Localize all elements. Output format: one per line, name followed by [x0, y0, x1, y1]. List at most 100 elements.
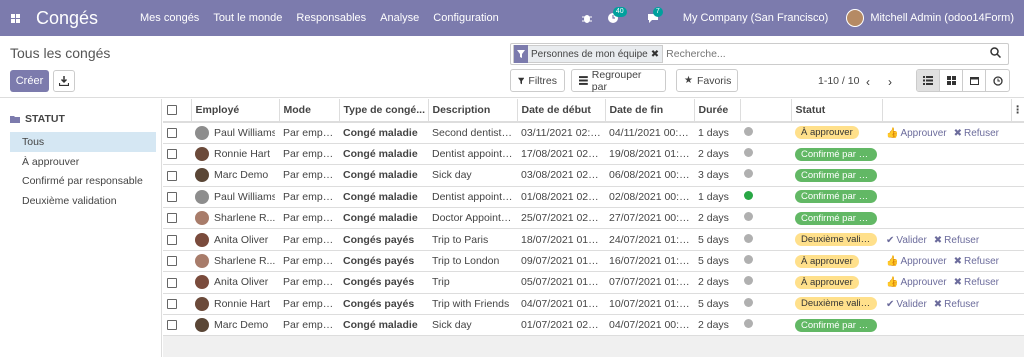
- apps-menu-icon[interactable]: [2, 0, 28, 36]
- menu-analyse[interactable]: Analyse: [380, 12, 419, 24]
- search-input[interactable]: [666, 48, 990, 60]
- type-cell: Congé maladie: [339, 143, 428, 166]
- group-by-button[interactable]: Regrouper par: [571, 69, 666, 93]
- activity-clock-icon[interactable]: 40: [607, 7, 627, 24]
- table-row[interactable]: Sharlene R... Par emplo... Congés payés Tri…: [163, 250, 1024, 273]
- duration-cell: 5 days: [694, 250, 740, 273]
- col-start-date[interactable]: Date de début: [517, 99, 606, 123]
- activity-cell[interactable]: [740, 314, 791, 337]
- activity-cell[interactable]: [740, 293, 791, 316]
- validate-button[interactable]: ✔ Valider: [886, 299, 927, 310]
- user-avatar[interactable]: [846, 9, 865, 27]
- refuse-button[interactable]: ✖ Refuser: [954, 256, 999, 267]
- col-end-date[interactable]: Date de fin: [605, 99, 695, 123]
- table-row[interactable]: Anita Oliver Par emplo... Congés payés Trip…: [163, 228, 1024, 251]
- refuse-button[interactable]: ✖ Refuser: [934, 299, 979, 310]
- row-checkbox[interactable]: [163, 122, 191, 144]
- activity-cell[interactable]: [740, 186, 791, 209]
- table-row[interactable]: Marc Demo Par emplo... Congé maladie Sick d…: [163, 314, 1024, 337]
- col-mode[interactable]: Mode: [279, 99, 340, 123]
- sidebar-item-a-approuver[interactable]: À approuver: [10, 152, 156, 172]
- table-row[interactable]: Anita Oliver Par emplo... Congés payés Trip…: [163, 271, 1024, 294]
- row-checkbox[interactable]: [163, 207, 191, 230]
- messages-icon[interactable]: 7: [647, 7, 663, 24]
- end-date-cell: 10/07/2021 01:0...: [605, 293, 694, 316]
- calendar-view-icon[interactable]: [963, 70, 986, 91]
- activity-status-dot[interactable]: [744, 297, 753, 307]
- employee-name: Ronnie Hart: [214, 148, 271, 161]
- refuse-button[interactable]: ✖ Refuser: [954, 277, 999, 288]
- app-title[interactable]: Congés: [36, 8, 128, 29]
- activity-status-dot[interactable]: [744, 169, 753, 179]
- row-checkbox[interactable]: [163, 228, 191, 251]
- row-checkbox[interactable]: [163, 186, 191, 209]
- facet-remove-icon[interactable]: ✖: [651, 49, 662, 60]
- sidebar-item-confirme[interactable]: Confirmé par responsable: [10, 171, 156, 191]
- table-row[interactable]: Paul Williams Par emplo... Congé maladie Se…: [163, 122, 1024, 144]
- activity-status-dot[interactable]: [744, 126, 753, 136]
- approve-button[interactable]: 👍 Approuver: [886, 277, 947, 288]
- row-checkbox[interactable]: [163, 271, 191, 294]
- search-icon[interactable]: [990, 47, 1004, 61]
- user-menu[interactable]: Mitchell Admin (odoo14Form): [870, 12, 1014, 24]
- row-checkbox[interactable]: [163, 250, 191, 273]
- bug-icon[interactable]: [581, 12, 593, 24]
- start-date-cell: 05/07/2021 01:0...: [517, 271, 605, 294]
- approve-button[interactable]: 👍 Approuver: [886, 256, 947, 267]
- refuse-button[interactable]: ✖ Refuser: [954, 128, 999, 139]
- activity-status-dot[interactable]: [744, 212, 753, 222]
- col-status[interactable]: Statut: [791, 99, 883, 123]
- pager-previous-icon[interactable]: ‹: [866, 75, 870, 89]
- row-checkbox[interactable]: [163, 164, 191, 187]
- refuse-button[interactable]: ✖ Refuser: [934, 235, 979, 246]
- kanban-view-icon[interactable]: [940, 70, 963, 91]
- activity-cell[interactable]: [740, 164, 791, 187]
- activity-status-dot[interactable]: [744, 319, 753, 329]
- approve-button[interactable]: 👍 Approuver: [886, 128, 947, 139]
- select-all-checkbox[interactable]: [163, 99, 192, 123]
- activity-cell[interactable]: [740, 228, 791, 251]
- pager-value[interactable]: 1-10 / 10: [818, 75, 859, 87]
- activity-cell[interactable]: [740, 143, 791, 166]
- activity-status-dot[interactable]: [744, 148, 753, 158]
- activity-cell[interactable]: [740, 207, 791, 230]
- row-checkbox[interactable]: [163, 143, 191, 166]
- favorites-button[interactable]: ★ Favoris: [676, 69, 738, 92]
- pager-next-icon[interactable]: ›: [888, 75, 892, 89]
- table-row[interactable]: Ronnie Hart Par emplo... Congé maladie Dent…: [163, 143, 1024, 166]
- avatar: [195, 275, 209, 290]
- table-row[interactable]: Marc Demo Par emplo... Congé maladie Sick d…: [163, 164, 1024, 187]
- menu-mes-conges[interactable]: Mes congés: [140, 12, 199, 24]
- activity-status-dot[interactable]: [744, 255, 753, 265]
- activity-status-dot[interactable]: [744, 233, 753, 243]
- col-employee[interactable]: Employé: [191, 99, 280, 123]
- download-button[interactable]: [53, 70, 75, 92]
- validate-button[interactable]: ✔ Valider: [886, 235, 927, 246]
- menu-configuration[interactable]: Configuration: [433, 12, 498, 24]
- activity-cell[interactable]: [740, 250, 791, 273]
- filters-button[interactable]: Filtres: [510, 69, 565, 92]
- menu-tout-le-monde[interactable]: Tout le monde: [213, 12, 282, 24]
- activity-view-icon[interactable]: [986, 70, 1009, 91]
- activity-cell[interactable]: [740, 271, 791, 294]
- end-date-cell: 04/07/2021 00:0...: [605, 314, 694, 337]
- sidebar-item-deuxieme-validation[interactable]: Deuxième validation: [10, 191, 156, 211]
- optional-columns-toggle[interactable]: ⋮: [1011, 99, 1024, 123]
- col-duration[interactable]: Durée: [694, 99, 741, 123]
- activity-status-dot[interactable]: [744, 276, 753, 286]
- menu-responsables[interactable]: Responsables: [296, 12, 366, 24]
- sidebar-item-tous[interactable]: Tous: [10, 132, 156, 152]
- table-row[interactable]: Sharlene R... Par emplo... Congé maladie Do…: [163, 207, 1024, 230]
- row-checkbox[interactable]: [163, 314, 191, 337]
- activity-cell[interactable]: [740, 122, 791, 144]
- activity-status-dot[interactable]: [744, 190, 753, 200]
- col-type[interactable]: Type de congé...: [339, 99, 429, 123]
- company-switcher[interactable]: My Company (San Francisco): [683, 12, 829, 24]
- col-description[interactable]: Description: [428, 99, 518, 123]
- list-view-icon[interactable]: [917, 70, 940, 91]
- table-row[interactable]: Ronnie Hart Par emplo... Congés payés Trip …: [163, 293, 1024, 316]
- end-date-cell: 02/08/2021 00:0...: [605, 186, 694, 209]
- table-row[interactable]: Paul Williams Par emplo... Congé maladie De…: [163, 186, 1024, 209]
- row-checkbox[interactable]: [163, 293, 191, 316]
- create-button[interactable]: Créer: [10, 70, 49, 92]
